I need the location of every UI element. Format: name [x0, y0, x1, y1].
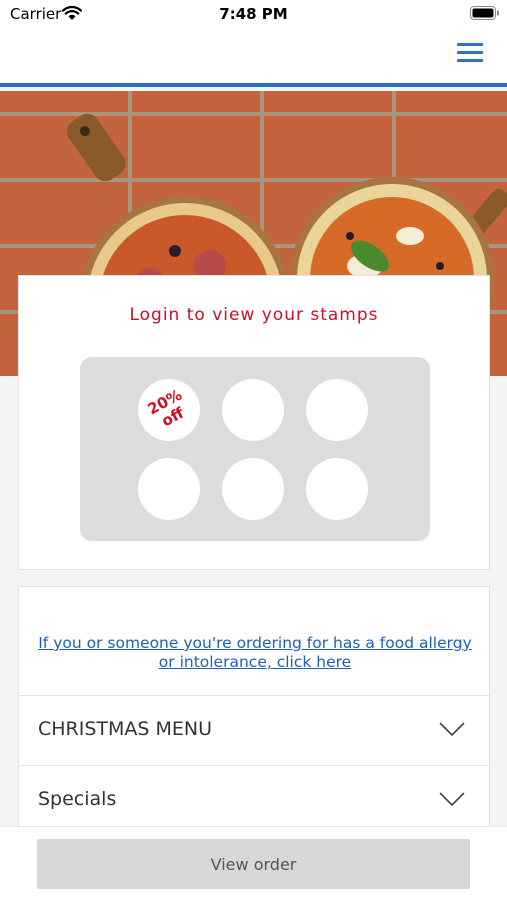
- menu-category-label: Specials: [38, 788, 117, 810]
- status-bar: Carrier 7:48 PM: [0, 0, 507, 30]
- stamp-slot: [138, 458, 200, 520]
- hamburger-menu-icon[interactable]: [455, 38, 485, 68]
- battery-icon: [470, 6, 499, 20]
- allergy-info-link[interactable]: If you or someone you're ordering for ha…: [37, 634, 473, 672]
- stamp-slot: [306, 458, 368, 520]
- menu-category-label: CHRISTMAS MENU: [38, 718, 213, 740]
- chevron-down-icon: [439, 792, 465, 806]
- menu-category-specials[interactable]: Specials: [19, 765, 489, 835]
- stamp-login-prompt[interactable]: Login to view your stamps: [19, 305, 489, 325]
- footer-bar: View order: [0, 826, 507, 900]
- view-order-button[interactable]: View order: [37, 839, 470, 889]
- stamp-card: Login to view your stamps 20% off: [18, 275, 490, 570]
- stamp-reward: 20% off: [138, 379, 200, 441]
- chevron-down-icon: [439, 722, 465, 736]
- stamp-reward-label: 20% off: [144, 385, 187, 431]
- menu-category-christmas[interactable]: CHRISTMAS MENU: [19, 695, 489, 765]
- clock: 7:48 PM: [219, 5, 288, 23]
- stamp-slot: [222, 379, 284, 441]
- stamp-slot: [222, 458, 284, 520]
- stamp-slot: [306, 379, 368, 441]
- nav-bar: [0, 30, 507, 87]
- stamp-grid: 20% off: [80, 357, 430, 541]
